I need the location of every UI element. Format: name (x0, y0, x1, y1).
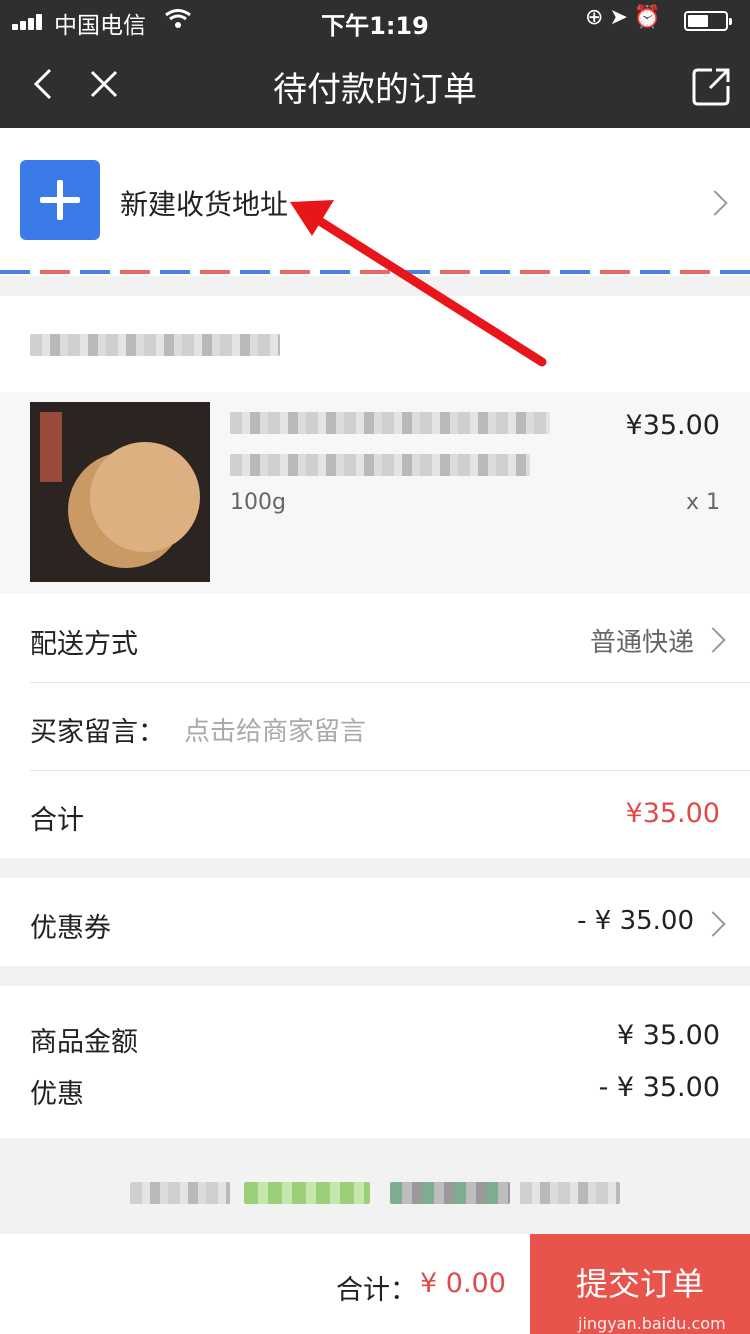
shop-name-blurred (30, 334, 280, 356)
location-icon: ➤ (609, 5, 634, 30)
coupon-value: - ¥ 35.00 (577, 906, 694, 936)
page-title: 待付款的订单 (273, 70, 477, 110)
subtotal-row: 合计 ¥35.00 (0, 770, 750, 858)
status-bar: 中国电信 下午1:19 ⊕➤⏰ (0, 0, 750, 40)
product-spec: 100g (230, 490, 286, 515)
delivery-label: 配送方式 (30, 629, 138, 660)
rotation-lock-icon: ⊕ (585, 5, 610, 30)
new-address-row[interactable]: 新建收货地址 (0, 128, 750, 276)
order-options: 配送方式 普通快递 买家留言： 点击给商家留言 合计 ¥35.00 (0, 594, 750, 858)
chevron-right-icon (702, 190, 728, 216)
notice-blurred (520, 1182, 620, 1204)
delivery-row[interactable]: 配送方式 普通快递 (0, 594, 750, 682)
message-row: 买家留言： 点击给商家留言 (0, 682, 750, 770)
discount-value: - ¥ 35.00 (598, 1072, 720, 1103)
plus-icon (20, 160, 100, 240)
battery-icon (684, 11, 732, 31)
new-address-label: 新建收货地址 (120, 188, 289, 221)
subtotal-label: 合计 (30, 805, 84, 836)
product-quantity: x 1 (685, 490, 720, 515)
share-icon[interactable] (690, 64, 734, 108)
product-item[interactable]: ¥35.00 100g x 1 (0, 392, 750, 594)
product-image (30, 402, 210, 582)
amount-summary: 商品金额 ¥ 35.00 优惠 - ¥ 35.00 (0, 986, 750, 1138)
airmail-stripe (0, 270, 750, 274)
watermark: jingyan.baidu.com (578, 1314, 726, 1333)
message-label: 买家留言： (30, 717, 165, 748)
nav-bar: 待付款的订单 (0, 40, 750, 128)
chevron-right-icon (700, 627, 726, 653)
coupon-row[interactable]: 优惠券 - ¥ 35.00 (0, 878, 750, 966)
shop-row (0, 296, 750, 392)
alarm-icon: ⏰ (633, 5, 668, 30)
goods-amount-label: 商品金额 (30, 1027, 138, 1058)
total-amount: ¥ 0.00 (420, 1268, 506, 1299)
checkout-bar: 合计： ¥ 0.00 提交订单 jingyan.baidu.com (0, 1234, 750, 1334)
coupon-label: 优惠券 (30, 913, 111, 944)
status-icons: ⊕➤⏰ (585, 5, 667, 30)
chevron-right-icon (700, 911, 726, 937)
total-label: 合计： (336, 1275, 417, 1306)
subtotal-value: ¥35.00 (625, 798, 720, 829)
goods-amount-value: ¥ 35.00 (616, 1020, 720, 1051)
product-title-blurred (230, 454, 530, 476)
notice-blurred (130, 1182, 230, 1204)
notice-blurred (390, 1182, 510, 1204)
delivery-value: 普通快递 (589, 628, 694, 658)
notice-blurred (244, 1182, 370, 1204)
product-title-blurred (230, 412, 550, 434)
discount-label: 优惠 (30, 1079, 84, 1110)
product-price: ¥35.00 (625, 410, 720, 441)
message-input[interactable]: 点击给商家留言 (184, 711, 366, 748)
